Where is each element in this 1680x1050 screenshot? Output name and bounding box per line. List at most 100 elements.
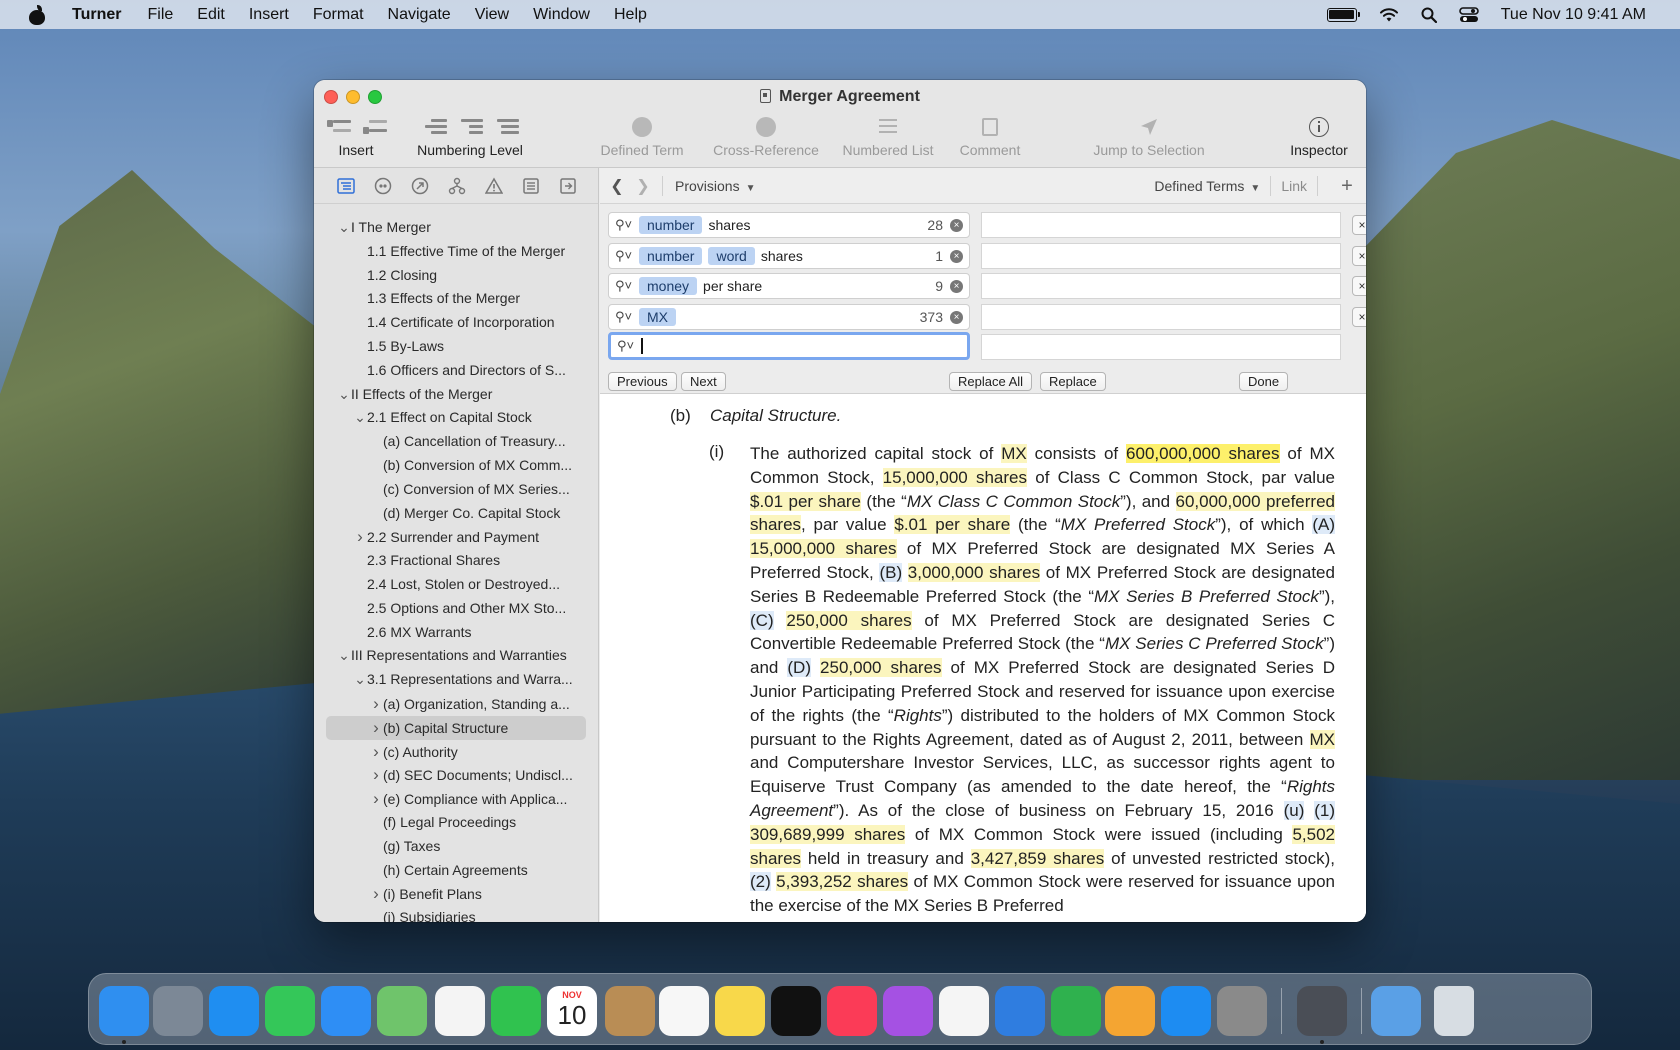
outline-item[interactable]: › (d) SEC Documents; Undiscl... — [314, 763, 598, 787]
hierarchy-tab-icon[interactable] — [447, 177, 467, 195]
outline-item[interactable]: 1.6 Officers and Directors of S... — [314, 359, 598, 383]
trash-icon[interactable] — [1434, 986, 1474, 1036]
replace-input[interactable] — [981, 334, 1341, 360]
finder-icon[interactable] — [99, 986, 149, 1036]
outline-item[interactable]: 2.4 Lost, Stolen or Destroyed... — [314, 573, 598, 597]
search-token[interactable]: MX — [639, 307, 676, 326]
outline-item[interactable]: (j) Subsidiaries — [314, 906, 598, 922]
forward-arrow-icon[interactable]: ❯ — [634, 176, 652, 196]
spotlight-search-icon[interactable] — [1421, 7, 1437, 23]
music-icon[interactable] — [827, 986, 877, 1036]
menu-help[interactable]: Help — [614, 6, 647, 24]
search-options-icon[interactable]: ⚲˅ — [615, 278, 639, 294]
outline-item[interactable]: › 2.2 Surrender and Payment — [314, 525, 598, 549]
replace-input[interactable] — [981, 273, 1341, 299]
outline-item[interactable]: ⌄III Representations and Warranties — [314, 644, 598, 668]
outdent-icon[interactable] — [421, 117, 447, 137]
disclosure-open-icon[interactable]: ⌄ — [337, 644, 351, 668]
keynote-icon[interactable] — [995, 986, 1045, 1036]
outline-item[interactable]: 2.5 Options and Other MX Sto... — [314, 597, 598, 621]
exhibits-tab-icon[interactable] — [558, 177, 578, 195]
outline-item[interactable]: 1.1 Effective Time of the Merger — [314, 240, 598, 264]
menu-insert[interactable]: Insert — [249, 6, 289, 24]
insert-after-icon[interactable] — [361, 117, 387, 137]
replace-input[interactable] — [981, 242, 1341, 269]
level-down-icon[interactable] — [493, 117, 519, 137]
outline-item[interactable]: (f) Legal Proceedings — [314, 811, 598, 835]
menu-navigate[interactable]: Navigate — [388, 6, 451, 24]
toolbar-numbered-list-button[interactable]: Numbered List — [836, 116, 940, 158]
indent-icon[interactable] — [457, 117, 483, 137]
podcasts-icon[interactable] — [883, 986, 933, 1036]
defined-terms-popup-button[interactable]: Defined Terms ▼ — [1154, 178, 1260, 194]
app-store-icon[interactable] — [1161, 986, 1211, 1036]
control-center-icon[interactable] — [1458, 6, 1479, 23]
search-token[interactable]: word — [708, 246, 755, 265]
outline-item[interactable]: 1.2 Closing — [314, 264, 598, 288]
facetime-icon[interactable] — [491, 986, 541, 1036]
outline-item[interactable]: › (e) Compliance with Applica... — [314, 787, 598, 811]
replace-all-button[interactable]: Replace All — [949, 372, 1033, 391]
outline-item[interactable]: ⌄2.1 Effect on Capital Stock — [314, 406, 598, 430]
menu-window[interactable]: Window — [533, 6, 590, 24]
toolbar-numbering-level-group[interactable]: Numbering Level — [410, 116, 530, 158]
defined-terms-tab-icon[interactable] — [373, 177, 393, 195]
disclosure-open-icon[interactable]: ⌄ — [337, 216, 351, 240]
disclosure-open-icon[interactable]: ⌄ — [337, 383, 351, 407]
disclosure-closed-icon[interactable]: › — [353, 525, 367, 549]
toolbar-jump-to-selection-button[interactable]: Jump to Selection — [1084, 116, 1214, 158]
clear-search-icon[interactable]: × — [950, 249, 963, 263]
notes-icon[interactable] — [715, 986, 765, 1036]
find-input[interactable]: ⚲˅ number word shares 1 × — [608, 242, 970, 269]
search-options-icon[interactable]: ⚲˅ — [615, 217, 639, 233]
disclosure-closed-icon[interactable]: › — [369, 692, 383, 716]
cross-references-tab-icon[interactable] — [410, 177, 430, 195]
outline-item[interactable]: (d) Merger Co. Capital Stock — [314, 502, 598, 526]
clear-search-icon[interactable]: × — [950, 310, 963, 324]
replace-button[interactable]: Replace — [1040, 372, 1106, 391]
disclosure-closed-icon[interactable]: › — [369, 740, 383, 764]
done-button[interactable]: Done — [1239, 372, 1289, 391]
messages-icon[interactable] — [265, 986, 315, 1036]
clear-search-icon[interactable]: × — [950, 280, 963, 293]
apple-menu-icon[interactable] — [28, 4, 46, 25]
wifi-icon[interactable] — [1379, 7, 1399, 23]
search-token[interactable]: number — [639, 216, 703, 234]
comments-tab-icon[interactable] — [521, 177, 541, 195]
toolbar-defined-term-button[interactable]: Defined Term — [596, 116, 688, 158]
back-arrow-icon[interactable]: ❮ — [608, 176, 626, 196]
disclosure-closed-icon[interactable]: › — [369, 882, 383, 906]
outline-item[interactable]: 1.5 By-Laws — [314, 335, 598, 359]
outline-item[interactable]: › (c) Authority — [314, 740, 598, 764]
search-options-icon[interactable]: ⚲˅ — [615, 248, 639, 264]
find-input[interactable]: ⚲˅ MX 373 × — [608, 303, 970, 330]
document-text[interactable]: (b) Capital Structure. (i) The authorized… — [600, 394, 1366, 922]
toolbar-insert-group[interactable]: Insert — [324, 116, 388, 158]
maps-icon[interactable] — [377, 986, 427, 1036]
outline-item[interactable]: ⌄II Effects of the Merger — [314, 383, 598, 407]
toolbar-comment-button[interactable]: Comment — [950, 116, 1030, 158]
downloads-folder-icon[interactable] — [1371, 986, 1421, 1036]
outline-item[interactable]: (c) Conversion of MX Series... — [314, 478, 598, 502]
outline-item[interactable]: 2.6 MX Warrants — [314, 621, 598, 645]
disclosure-closed-icon[interactable]: › — [369, 787, 383, 811]
numbers-icon[interactable] — [1051, 986, 1101, 1036]
find-input[interactable]: ⚲˅ number shares 28 × — [608, 212, 970, 238]
search-options-icon[interactable]: ⚲˅ — [617, 338, 641, 354]
warnings-tab-icon[interactable] — [484, 176, 504, 195]
safari-icon[interactable] — [209, 986, 259, 1036]
find-input[interactable]: ⚲˅ money per share 9 × — [608, 273, 970, 299]
previous-button[interactable]: Previous — [608, 372, 677, 391]
document-proxy-icon[interactable] — [760, 89, 772, 103]
outline-item[interactable]: (h) Certain Agreements — [314, 859, 598, 883]
outline-item[interactable]: 1.4 Certificate of Incorporation — [314, 311, 598, 335]
add-icon[interactable]: + — [1328, 175, 1366, 198]
disclosure-closed-icon[interactable]: › — [369, 716, 383, 740]
turner-app-icon[interactable] — [1297, 986, 1347, 1036]
outline-item[interactable]: (b) Conversion of MX Comm... — [314, 454, 598, 478]
reminders-icon[interactable] — [659, 986, 709, 1036]
search-options-icon[interactable]: ⚲˅ — [615, 309, 639, 325]
paragraph-body[interactable]: The authorized capital stock of MX consi… — [750, 442, 1336, 918]
outline-tab-icon[interactable] — [336, 177, 356, 195]
menu-edit[interactable]: Edit — [197, 6, 225, 24]
